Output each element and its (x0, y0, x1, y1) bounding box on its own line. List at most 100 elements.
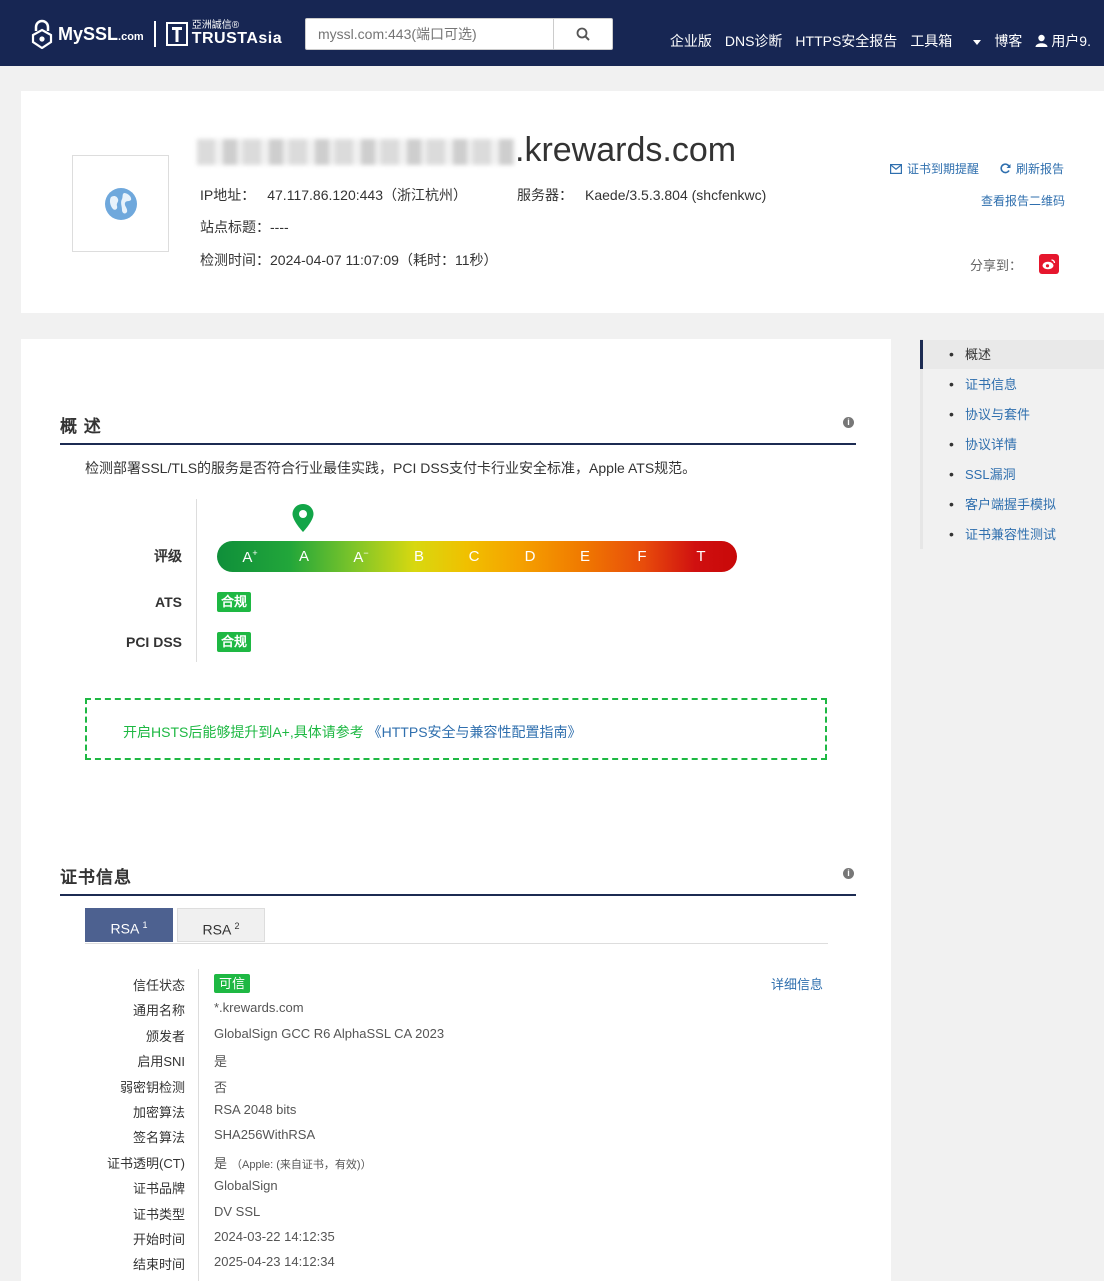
tab-rsa-2[interactable]: RSA 2 (177, 908, 265, 942)
rating-label: 评级 (154, 548, 182, 564)
bullet-icon: • (949, 436, 954, 452)
grade-letter: D (524, 548, 536, 565)
grade-letter: E (579, 548, 590, 565)
logo-divider (153, 21, 156, 47)
nav-toolbox-label: 工具箱 (910, 33, 953, 49)
bullet-icon: • (949, 346, 954, 362)
search-button[interactable] (553, 19, 612, 49)
cert-row: 证书透明(CT) 是（Apple: (来自证书，有效)） (21, 1153, 621, 1178)
sidebar-item-5[interactable]: • SSL漏洞 (923, 460, 1104, 489)
cert-value-text: 否 (214, 1079, 228, 1095)
info-icon[interactable]: i (843, 417, 854, 428)
cert-field-label: 签名算法 (132, 1130, 185, 1146)
search-box (305, 18, 613, 50)
sidebar-item-6[interactable]: • 客户端握手模拟 (923, 490, 1104, 519)
cert-field-value: *.krewards.com (214, 1000, 304, 1015)
cert-value-text: DV SSL (214, 1203, 261, 1219)
grade-2: A (289, 548, 319, 565)
trust-status-badge: 可信 (214, 974, 251, 993)
logo-text: MySSL (58, 23, 119, 44)
overview-heading: 概 述 (60, 417, 102, 436)
scan-time-info: 检测时间：2024-04-07 11:07:09（耗时：11秒） (200, 250, 498, 270)
grade-4: B (404, 548, 434, 565)
cert-field-value: 可信 (214, 973, 251, 993)
sidebar-item-label: 证书信息 (965, 377, 1018, 392)
sidebar-item-3[interactable]: • 协议与套件 (923, 400, 1104, 429)
site-title-label: 站点标题： (200, 219, 270, 235)
cert-field-label: 结束时间 (132, 1257, 185, 1273)
cert-field-label: 启用SNI (137, 1054, 185, 1070)
cert-heading: 证书信息 (60, 868, 132, 887)
search-icon (576, 27, 590, 41)
sidebar-item-7[interactable]: • 证书兼容性测试 (923, 520, 1104, 549)
ip-value: 47.117.86.120:443（浙江杭州） (267, 187, 467, 203)
grade-1: A+ (235, 548, 265, 566)
cert-field-value: RSA 2048 bits (214, 1102, 296, 1117)
myssl-logo[interactable]: MySSL.com 亞洲誠信® TRUSTAsia (30, 18, 282, 50)
lock-logo-icon (31, 19, 53, 49)
grade-letter: A (298, 548, 309, 565)
cert-field-label: 颁发者 (145, 1028, 185, 1044)
nav-enterprise[interactable]: 企业版 (670, 31, 712, 51)
cert-row: 信任状态 可信 (21, 973, 621, 1000)
redacted-domain-prefix (197, 139, 515, 166)
cert-field-value: SHA256WithRSA (214, 1127, 315, 1142)
scan-time-value: 2024-04-07 11:07:09（耗时：11秒） (270, 252, 498, 268)
grade-8: F (627, 548, 657, 565)
report-summary-card: .krewards.com IP地址： 47.117.86.120:443（浙江杭… (21, 91, 1104, 313)
brand-en: TRUSTAsia (191, 30, 283, 47)
search-input[interactable] (306, 19, 556, 49)
overview-section-header: 概 述 i (60, 412, 856, 445)
grade-letter: A (353, 549, 364, 566)
user-icon (1035, 34, 1048, 47)
trustasia-logo-icon (165, 22, 188, 46)
cert-field-label: 证书品牌 (132, 1181, 185, 1197)
grade-letter: T (696, 548, 706, 565)
sidebar-item-1[interactable]: • 概述 (920, 340, 1104, 369)
cert-detail-link[interactable]: 详细信息 (771, 974, 823, 993)
cert-row: 通用名称 *.krewards.com (21, 1000, 621, 1025)
nav-blog[interactable]: 博客 (994, 31, 1022, 51)
cert-field-value: 2024-03-22 14:12:35 (214, 1229, 335, 1244)
bullet-icon: • (949, 406, 954, 422)
cert-field-label: 证书类型 (132, 1206, 185, 1222)
nav-user[interactable]: 用户9. (1035, 31, 1104, 51)
sidebar-item-label: 协议详情 (965, 437, 1018, 452)
nav-https-report[interactable]: HTTPS安全报告 (795, 31, 897, 51)
expiry-reminder-link[interactable]: 证书到期提醒 (890, 160, 979, 177)
logo-suffix: .com (118, 30, 144, 43)
cert-value-text: GlobalSign GCC R6 AlphaSSL CA 2023 (214, 1025, 445, 1041)
weibo-share-button[interactable] (1039, 254, 1059, 274)
tab-rsa-1[interactable]: RSA 1 (85, 908, 173, 942)
pci-dss-label: PCI DSS (125, 634, 182, 650)
site-favicon (72, 155, 169, 252)
scan-time-label: 检测时间： (200, 252, 270, 268)
sidebar-item-label: 协议与套件 (965, 407, 1031, 422)
nav-dns[interactable]: DNS诊断 (725, 31, 783, 51)
main-report-card: 概 述 i 检测部署SSL/TLS的服务是否符合行业最佳实践，PCI DSS支付… (21, 339, 891, 1281)
sidebar-item-2[interactable]: • 证书信息 (923, 370, 1104, 399)
cert-row: 加密算法 RSA 2048 bits (21, 1102, 621, 1127)
cert-section-header: 证书信息 i (60, 863, 856, 896)
section-sidebar: • 概述 • 证书信息 • 协议与套件 • 协议详情 • SSL漏洞 • 客户端握手模拟 • 证书兼容性测… (920, 339, 1104, 549)
cert-value-text: *.krewards.com (214, 1000, 304, 1016)
cert-row: 结束时间 2025-04-23 14:12:34 (21, 1254, 621, 1279)
cert-value-text: 是 (214, 1155, 228, 1171)
cert-field-value: 是（Apple: (来自证书，有效)） (214, 1153, 372, 1172)
cert-field-value: DV SSL (214, 1204, 260, 1219)
ip-info: IP地址： 47.117.86.120:443（浙江杭州） (200, 185, 467, 205)
refresh-report-link[interactable]: 刷新报告 (1000, 160, 1064, 177)
cert-row: 启用SNI 是 (21, 1051, 621, 1076)
nav-toolbox[interactable]: 工具箱 (910, 31, 982, 51)
report-qrcode-link[interactable]: 查看报告二维码 (981, 192, 1065, 209)
sidebar-item-4[interactable]: • 协议详情 (923, 430, 1104, 459)
cert-field-value: 否 (214, 1077, 227, 1096)
info-icon[interactable]: i (843, 868, 854, 879)
https-config-guide-link[interactable]: 《HTTPS安全与兼容性配置指南》 (368, 724, 582, 740)
cert-value-text: SHA256WithRSA (214, 1127, 316, 1143)
user-name: 用户9. (1051, 33, 1091, 49)
sidebar-item-label: 证书兼容性测试 (965, 527, 1057, 542)
pci-dss-status-badge: 合规 (217, 632, 252, 652)
cert-value-text: 2025-04-23 14:12:34 (214, 1254, 335, 1270)
cert-value-note: （Apple: (来自证书，有效)） (231, 1158, 372, 1171)
